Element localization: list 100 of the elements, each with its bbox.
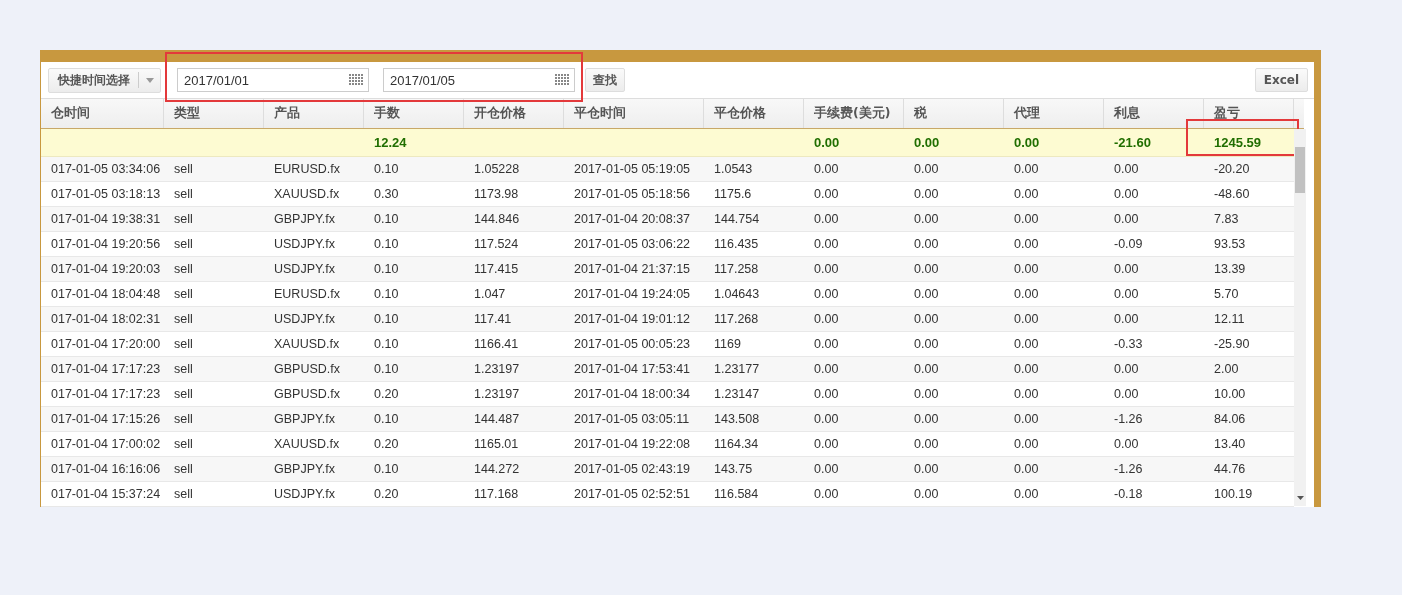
table-cell-text: sell	[173, 436, 194, 453]
column-header[interactable]: 税	[904, 99, 1004, 128]
total-value: 12.24	[374, 135, 407, 150]
scrollbar-thumb[interactable]	[1295, 147, 1305, 193]
table-cell-text: 0.00	[813, 336, 840, 353]
table-cell-text: 2017-01-04 19:22:08	[573, 436, 692, 453]
table-cell-text: 0.10	[373, 161, 400, 178]
table-cell-text: 0.30	[373, 186, 400, 203]
calendar-icon[interactable]	[555, 74, 569, 86]
column-header[interactable]: 手续费(美元)	[804, 99, 904, 128]
table-cell-text: 017-01-04 16:16:06	[50, 461, 162, 478]
table-cell-text: sell	[173, 186, 194, 203]
table-cell-text: 0.00	[1013, 361, 1040, 378]
table-cell-text: 2017-01-05 03:06:22	[573, 236, 692, 253]
table-cell-text: 117.524	[473, 236, 520, 253]
table-cell-text: sell	[173, 236, 194, 253]
table-cell-text: 100.19	[1213, 486, 1254, 503]
table-cell-text: 0.00	[1113, 361, 1140, 378]
table-cell-text: 0.10	[373, 261, 400, 278]
table-cell-text: 143.75	[713, 461, 754, 478]
table-cell-text: 144.754	[713, 211, 761, 228]
table-cell-text: 1.0543	[713, 161, 754, 178]
column-header[interactable]: 平仓价格	[704, 99, 804, 128]
table-cell-text: 5.70	[1213, 286, 1240, 303]
table-cell-text: GBPJPY.fx	[273, 411, 336, 428]
column-header[interactable]: 代理	[1004, 99, 1104, 128]
excel-export-button[interactable]: Excel	[1254, 68, 1308, 92]
table-cell-text: 0.00	[1013, 161, 1040, 178]
total-value: -21.60	[1114, 135, 1151, 150]
table-cell-text: 017-01-04 17:17:23	[50, 361, 162, 378]
table-cell-text: USDJPY.fx	[273, 236, 336, 253]
table-cell-text: 0.00	[913, 436, 940, 453]
date-field[interactable]: 2017/01/05	[383, 68, 575, 92]
table-cell-text: 1.047	[473, 286, 507, 303]
table-cell-text: 0.10	[373, 461, 400, 478]
column-header[interactable]: 平仓时间	[564, 99, 704, 128]
table-cell-text: 2017-01-05 05:18:56	[573, 186, 692, 203]
table-cell-text: -0.18	[1113, 486, 1144, 503]
table-cell-text: 12.11	[1213, 311, 1246, 328]
table-cell-text: 10.00	[1213, 386, 1247, 403]
scroll-down-arrow-icon[interactable]	[1297, 496, 1304, 500]
search-button[interactable]: 查找	[585, 68, 625, 92]
column-header[interactable]: 开仓价格	[464, 99, 564, 128]
column-header[interactable]: 类型	[164, 99, 264, 128]
table-cell-text: 017-01-05 03:34:06	[50, 161, 162, 178]
table-cell-text: 0.00	[1013, 261, 1040, 278]
table-cell-text: 1.23147	[713, 386, 761, 403]
calendar-icon[interactable]	[349, 74, 363, 86]
table-cell-text: 0.00	[913, 311, 940, 328]
table-cell-text: 0.10	[373, 211, 400, 228]
quick-select-dropdown[interactable]: 快捷时间选择	[48, 67, 161, 93]
table-cell-text: 0.00	[813, 461, 840, 478]
table-cell-text: GBPUSD.fx	[273, 361, 341, 378]
table-cell-text: 0.00	[1013, 336, 1040, 353]
table-cell-text: 0.10	[373, 236, 400, 253]
table-cell-text: 144.272	[473, 461, 521, 478]
table-cell-text: 2017-01-04 19:24:05	[573, 286, 692, 303]
table-cell-text: -20.20	[1213, 161, 1251, 178]
column-header[interactable]: 盈亏	[1204, 99, 1294, 128]
table-cell-text: sell	[173, 286, 194, 303]
table-cell-text: 017-01-04 18:02:31	[50, 311, 162, 328]
table-cell-text: 0.00	[1013, 436, 1040, 453]
date-field[interactable]: 2017/01/01	[177, 68, 369, 92]
table-cell-text: 0.20	[373, 386, 400, 403]
table-cell-text: 0.00	[1113, 161, 1140, 178]
table-cell-text: 0.10	[373, 311, 400, 328]
total-value: 0.00	[814, 135, 840, 150]
table-cell-text: 1.23177	[713, 361, 761, 378]
table-cell-text: sell	[173, 386, 194, 403]
table-cell-text: 0.00	[913, 186, 940, 203]
table-cell-text: sell	[173, 361, 194, 378]
table-cell-text: 0.20	[373, 436, 400, 453]
scrollbar[interactable]	[1294, 129, 1306, 506]
table-cell-text: -0.33	[1113, 336, 1144, 353]
table-cell-text: 0.00	[813, 261, 840, 278]
column-header[interactable]: 仓时间	[41, 99, 164, 128]
column-header[interactable]: 利息	[1104, 99, 1204, 128]
table-cell-text: 7.83	[1213, 211, 1240, 228]
table-cell-text: 0.00	[913, 236, 940, 253]
table-cell-text: 1165.01	[473, 436, 520, 453]
table-cell-text: XAUUSD.fx	[273, 336, 341, 353]
table-cell-text: sell	[173, 486, 194, 503]
table-cell-text: -25.90	[1213, 336, 1251, 353]
column-header[interactable]: 产品	[264, 99, 364, 128]
table-cell-text: EURUSD.fx	[273, 161, 341, 178]
table-cell-text: 017-01-04 19:20:03	[50, 261, 162, 278]
table-cell-text: 0.00	[813, 286, 840, 303]
table-cell-text: GBPJPY.fx	[273, 461, 336, 478]
table-cell-text: 2.00	[1213, 361, 1240, 378]
caret-icon	[146, 77, 154, 83]
table-cell-text: 1.23197	[473, 361, 521, 378]
table-cell-text: 0.00	[913, 336, 940, 353]
table-cell-text: XAUUSD.fx	[273, 436, 341, 453]
table-cell-text: 2017-01-05 02:43:19	[573, 461, 692, 478]
table-cell-text: 0.00	[1113, 261, 1140, 278]
column-header[interactable]: 手数	[364, 99, 464, 128]
table-cell-text: 0.00	[813, 436, 840, 453]
table-cell-text: 144.487	[473, 411, 521, 428]
table-cell-text: GBPUSD.fx	[273, 386, 341, 403]
table-cell-text: 0.00	[913, 461, 940, 478]
